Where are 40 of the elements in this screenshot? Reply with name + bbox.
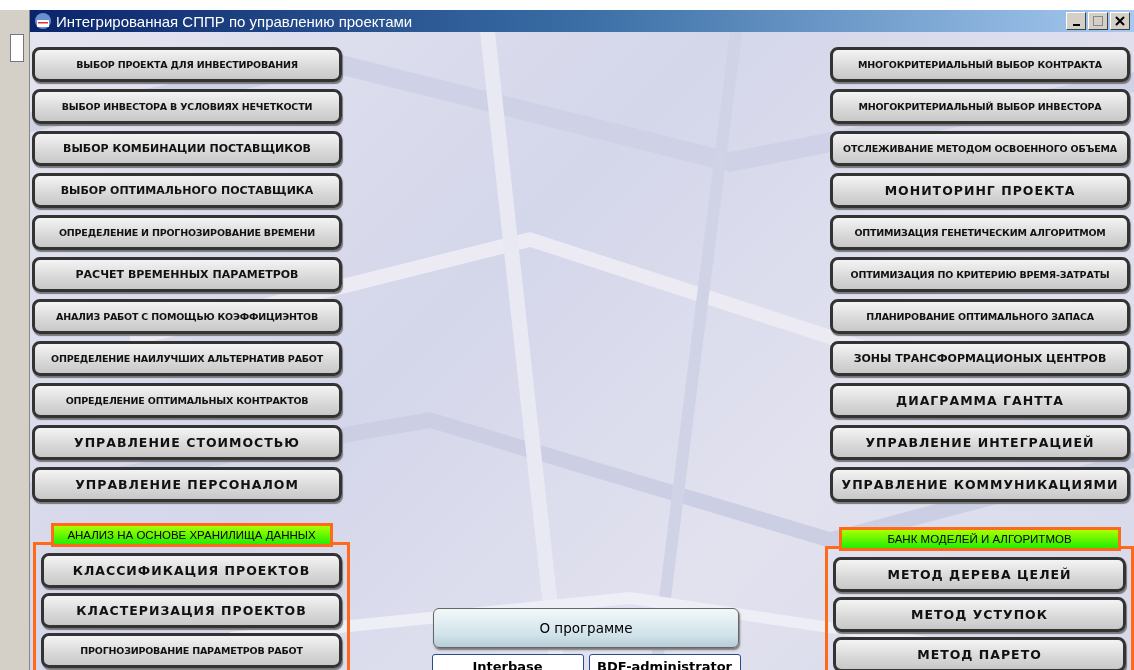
minimize-icon [1072,24,1080,26]
menu-button[interactable]: ОПРЕДЕЛЕНИЕ НАИЛУЧШИХ АЛЬТЕРНАТИВ РАБОТ [32,341,342,376]
minimize-button[interactable] [1066,12,1086,30]
menu-button[interactable]: ОПТИМИЗАЦИЯ ГЕНЕТИЧЕСКИМ АЛГОРИТМОМ [830,215,1130,250]
group-label: АНАЛИЗ НА ОСНОВЕ ХРАНИЛИЩА ДАННЫХ [50,523,333,547]
menu-button[interactable]: КЛАССИФИКАЦИЯ ПРОЕКТОВ [41,553,342,588]
group-label: БАНК МОДЕЛЕЙ И АЛГОРИТМОВ [838,527,1121,551]
menu-button[interactable]: ОПТИМИЗАЦИЯ ПО КРИТЕРИЮ ВРЕМЯ-ЗАТРАТЫ [830,257,1130,292]
about-button[interactable]: О программе [433,608,739,648]
menu-button[interactable]: ОПРЕДЕЛЕНИЕ ОПТИМАЛЬНЫХ КОНТРАКТОВ [32,383,342,418]
menu-button[interactable]: МЕТОД ПАРЕТО [833,637,1126,670]
menu-button[interactable]: ОТСЛЕЖИВАНИЕ МЕТОДОМ ОСВОЕННОГО ОБЪЕМА [830,131,1130,166]
menu-button[interactable]: КЛАСТЕРИЗАЦИЯ ПРОЕКТОВ [41,593,342,628]
tab-edge [10,34,24,62]
app-icon [34,12,52,30]
menu-button[interactable]: МНОГОКРИТЕРИАЛЬНЫЙ ВЫБОР КОНТРАКТА [830,47,1130,82]
menu-button[interactable]: МНОГОКРИТЕРИАЛЬНЫЙ ВЫБОР ИНВЕСТОРА [830,89,1130,124]
menu-button[interactable]: РАСЧЕТ ВРЕМЕННЫХ ПАРАМЕТРОВ [32,257,342,292]
maximize-icon [1092,15,1104,27]
maximize-button[interactable] [1088,12,1108,30]
menu-button[interactable]: ВЫБОР КОМБИНАЦИИ ПОСТАВЩИКОВ [32,131,342,166]
close-button[interactable] [1110,12,1130,30]
close-icon [1115,16,1125,26]
menu-button[interactable]: ВЫБОР ОПТИМАЛЬНОГО ПОСТАВЩИКА [32,173,342,208]
menu-button[interactable]: МЕТОД УСТУПОК [833,597,1126,632]
menu-button[interactable]: ВЫБОР ПРОЕКТА ДЛЯ ИНВЕСТИРОВАНИЯ [32,47,342,82]
window-title: Интегрированная СППР по управлению проектами [56,12,413,30]
menu-button[interactable]: УПРАВЛЕНИЕ ИНТЕГРАЦИЕЙ [830,425,1130,460]
menu-button[interactable]: ПЛАНИРОВАНИЕ ОПТИМАЛЬНОГО ЗАПАСА [830,299,1130,334]
menu-button[interactable]: ВЫБОР ИНВЕСТОРА В УСЛОВИЯХ НЕЧЕТКОСТИ [32,89,342,124]
menu-button[interactable]: ПРОГНОЗИРОВАНИЕ ПАРАМЕТРОВ РАБОТ [41,633,342,668]
menu-button[interactable]: УПРАВЛЕНИЕ КОММУНИКАЦИЯМИ [830,467,1130,502]
menu-button[interactable]: МЕТОД ДЕРЕВА ЦЕЛЕЙ [833,557,1126,592]
menu-button[interactable]: УПРАВЛЕНИЕ СТОИМОСТЬЮ [32,425,342,460]
menu-button[interactable]: ОПРЕДЕЛЕНИЕ И ПРОГНОЗИРОВАНИЕ ВРЕМЕНИ [32,215,342,250]
menu-button[interactable]: АНАЛИЗ РАБОТ С ПОМОЩЬЮ КОЭФФИЦИЭНТОВ [32,299,342,334]
menu-button[interactable]: ДИАГРАММА ГАНТТА [830,383,1130,418]
menu-button[interactable]: УПРАВЛЕНИЕ ПЕРСОНАЛОМ [32,467,342,502]
menu-button[interactable]: ЗОНЫ ТРАНСФОРМАЦИОНЫХ ЦЕНТРОВ [830,341,1130,376]
menu-button[interactable]: МОНИТОРИНГ ПРОЕКТА [830,173,1130,208]
